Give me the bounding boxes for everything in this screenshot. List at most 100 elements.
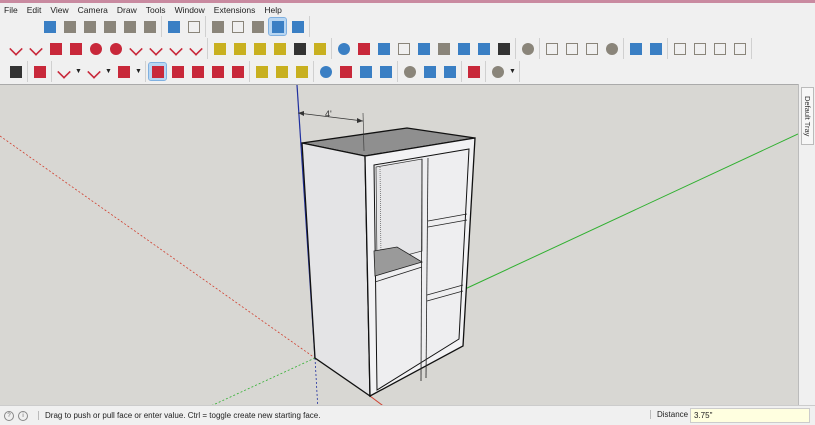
- 3d-text-button[interactable]: [311, 40, 328, 57]
- text-button[interactable]: [273, 63, 290, 80]
- arc-dropdown-button[interactable]: [85, 63, 102, 80]
- zoom-window-button[interactable]: [395, 40, 412, 57]
- geo-location-icon[interactable]: ?: [4, 410, 14, 421]
- left-view-button[interactable]: [141, 18, 158, 35]
- menu-draw[interactable]: Draw: [117, 5, 137, 15]
- menu-camera[interactable]: Camera: [78, 5, 108, 15]
- menu-window[interactable]: Window: [175, 5, 205, 15]
- walk-button[interactable]: [495, 40, 512, 57]
- share-model-button[interactable]: [563, 40, 580, 57]
- shaded-button[interactable]: [249, 18, 266, 35]
- materials-button[interactable]: [711, 40, 728, 57]
- previous-view-button[interactable]: [435, 40, 452, 57]
- cloud-button[interactable]: [583, 40, 600, 57]
- orbit-button[interactable]: [317, 63, 334, 80]
- select-button[interactable]: [7, 63, 24, 80]
- shape-dropdown-button[interactable]: [115, 63, 132, 80]
- freehand-icon: [28, 41, 43, 56]
- menu-tools[interactable]: Tools: [146, 5, 166, 15]
- component-button[interactable]: [691, 40, 708, 57]
- toolbar-group: [206, 16, 310, 37]
- window-button[interactable]: [671, 40, 688, 57]
- section-plane-button[interactable]: [627, 40, 644, 57]
- rotated-rectangle-icon: [69, 42, 82, 55]
- getting-started-toolbar: ▼ ▼ ▼ ▼: [4, 61, 520, 82]
- zoom-extents-button[interactable]: [415, 40, 432, 57]
- polygon-button[interactable]: [107, 40, 124, 57]
- right-view-button[interactable]: [101, 18, 118, 35]
- front-view-button[interactable]: [61, 18, 78, 35]
- union-button[interactable]: [441, 63, 458, 80]
- paint-bucket-button[interactable]: [293, 63, 310, 80]
- tape-measure-button[interactable]: [211, 40, 228, 57]
- rectangle-button[interactable]: [47, 40, 64, 57]
- wireframe-button[interactable]: [209, 18, 226, 35]
- solid-tools-button[interactable]: [465, 63, 482, 80]
- follow-me-button[interactable]: [169, 63, 186, 80]
- chevron-down-icon[interactable]: ▼: [135, 68, 142, 75]
- section-fill-button[interactable]: [647, 40, 664, 57]
- menu-edit[interactable]: Edit: [27, 5, 42, 15]
- text-button[interactable]: [271, 40, 288, 57]
- scale-button[interactable]: [229, 63, 246, 80]
- model-info-button[interactable]: [519, 40, 536, 57]
- top-view-button[interactable]: [81, 18, 98, 35]
- chevron-down-icon[interactable]: ▼: [75, 68, 82, 75]
- chevron-down-icon[interactable]: ▼: [105, 68, 112, 75]
- circle-button[interactable]: [87, 40, 104, 57]
- protractor-button[interactable]: [251, 40, 268, 57]
- chevron-down-icon[interactable]: ▼: [509, 68, 516, 75]
- info-icon[interactable]: i: [18, 410, 28, 421]
- cabinet[interactable]: [301, 127, 476, 398]
- look-around-button[interactable]: [475, 40, 492, 57]
- menu-help[interactable]: Help: [264, 5, 281, 15]
- monochrome-button[interactable]: [289, 18, 306, 35]
- tape-measure-button[interactable]: [253, 63, 270, 80]
- pan-button[interactable]: [355, 40, 372, 57]
- sync-button[interactable]: [603, 40, 620, 57]
- xray-button[interactable]: [165, 18, 182, 35]
- back-view-button[interactable]: [121, 18, 138, 35]
- hidden-line-button[interactable]: [229, 18, 246, 35]
- measurements-input[interactable]: 3.75": [690, 408, 810, 423]
- intersect-button[interactable]: [421, 63, 438, 80]
- shaded-icon: [251, 20, 264, 33]
- back-edges-button[interactable]: [185, 18, 202, 35]
- shaded-textures-button[interactable]: [268, 17, 287, 36]
- rotate-button[interactable]: [209, 63, 226, 80]
- menu-extensions[interactable]: Extensions: [214, 5, 256, 15]
- zoom-icon: [359, 65, 372, 78]
- warehouse-button[interactable]: [543, 40, 560, 57]
- default-tray-tab[interactable]: Default Tray: [801, 87, 814, 145]
- pan-button[interactable]: [337, 63, 354, 80]
- rotated-rectangle-button[interactable]: [67, 40, 84, 57]
- arc-button[interactable]: [127, 40, 144, 57]
- move-button[interactable]: [189, 63, 206, 80]
- account-button[interactable]: [489, 63, 506, 80]
- menu-file[interactable]: File: [4, 5, 18, 15]
- freehand-button[interactable]: [27, 40, 44, 57]
- menu-view[interactable]: View: [50, 5, 68, 15]
- lock-button[interactable]: [731, 40, 748, 57]
- zoom-extents-button[interactable]: [377, 63, 394, 80]
- orbit-button[interactable]: [335, 40, 352, 57]
- position-camera-button[interactable]: [455, 40, 472, 57]
- axes-button[interactable]: [291, 40, 308, 57]
- push-pull-button[interactable]: [148, 62, 167, 81]
- zoom-window-icon: [397, 42, 410, 55]
- pencil-button[interactable]: [7, 40, 24, 57]
- axes-icon: [293, 42, 306, 55]
- dimension-button[interactable]: [231, 40, 248, 57]
- three-point-arc-button[interactable]: [167, 40, 184, 57]
- pencil-dropdown-button[interactable]: [55, 63, 72, 80]
- two-point-arc-button[interactable]: [147, 40, 164, 57]
- iso-view-button[interactable]: [41, 18, 58, 35]
- eraser-button[interactable]: [31, 63, 48, 80]
- 3d-viewport[interactable]: 4': [0, 84, 798, 405]
- outer-shell-button[interactable]: [401, 63, 418, 80]
- zoom-button[interactable]: [375, 40, 392, 57]
- lock-icon: [733, 42, 746, 55]
- zoom-button[interactable]: [357, 63, 374, 80]
- toolbar-group: [314, 61, 398, 82]
- pie-button[interactable]: [187, 40, 204, 57]
